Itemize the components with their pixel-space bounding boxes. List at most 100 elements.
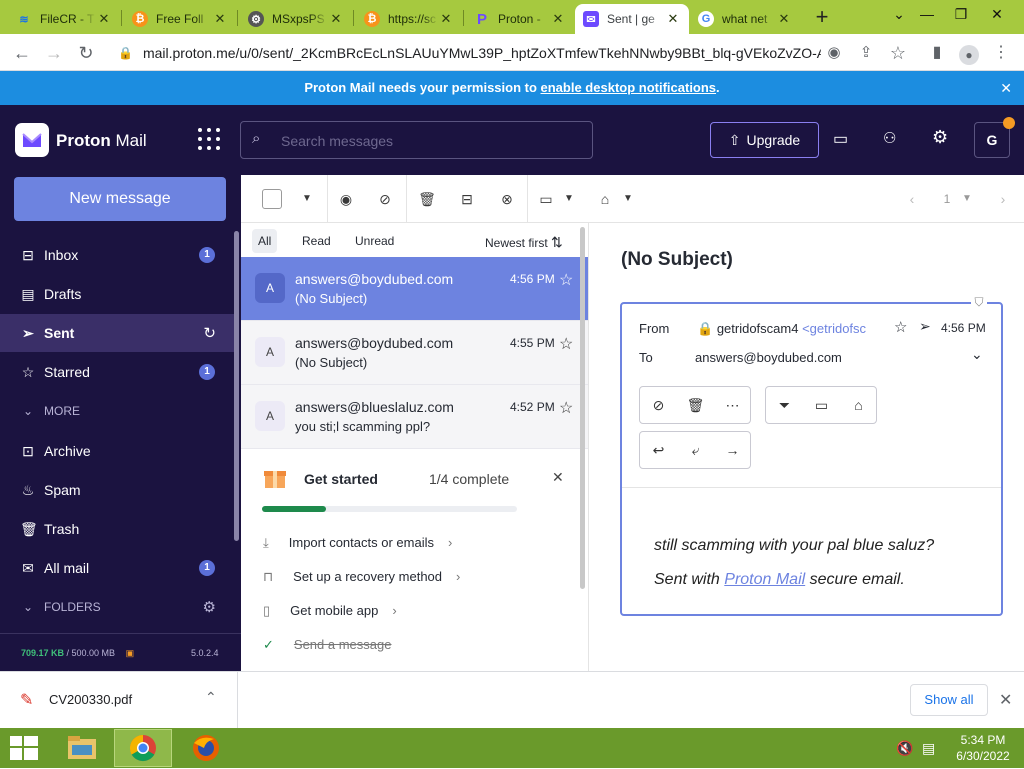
sort-newest-first[interactable]: Newest first ⇅ — [485, 234, 563, 251]
next-page-icon[interactable]: › — [991, 187, 1015, 211]
upgrade-button[interactable]: ⇧ Upgrade — [710, 122, 819, 158]
tab-msxpsps[interactable]: ⚙ MSxpsPS ✕ — [240, 4, 352, 34]
contacts-icon[interactable]: ⚇ — [883, 129, 896, 147]
filter-all[interactable]: All — [252, 229, 278, 253]
enable-notifications-link[interactable]: enable desktop notifications — [541, 80, 717, 95]
onboarding-import[interactable]: ⤓ Import contacts or emails › — [263, 535, 523, 559]
close-icon[interactable]: ✕ — [776, 11, 792, 27]
sidebar-scrollbar[interactable] — [234, 231, 239, 541]
reply-all-icon[interactable]: ⤶ — [677, 432, 714, 468]
new-message-button[interactable]: New message — [14, 177, 226, 221]
spam-icon[interactable]: ⊗ — [495, 187, 519, 211]
sidebar-item-inbox[interactable]: ⊟ Inbox 1 — [0, 236, 234, 274]
reply-icon[interactable]: ↩ — [640, 432, 677, 468]
close-icon[interactable]: ✕ — [328, 11, 344, 27]
chevron-up-icon[interactable]: ⌃ — [205, 689, 217, 706]
close-icon[interactable]: ✕ — [96, 11, 112, 27]
chevron-down-icon[interactable]: ▼ — [557, 187, 581, 211]
filter-funnel-icon[interactable]: ⏷ — [766, 387, 803, 423]
more-options-icon[interactable]: ⋯ — [714, 387, 751, 423]
label-tag-icon[interactable]: ⌂ — [593, 187, 617, 211]
download-item[interactable]: ✎ CV200330.pdf ⌃ — [0, 672, 238, 728]
chrome-taskbar-button[interactable] — [114, 729, 172, 767]
back-icon[interactable]: ← — [9, 40, 35, 66]
bookmark-star-icon[interactable]: ☆ — [885, 40, 911, 66]
star-icon[interactable]: ☆ — [559, 398, 573, 418]
tab-proton[interactable]: P Proton - ✕ — [466, 4, 574, 34]
chevron-down-icon[interactable]: ▼ — [955, 187, 979, 211]
chat-feedback-icon[interactable]: ▭ — [833, 129, 848, 149]
close-icon[interactable]: ✕ — [999, 690, 1012, 710]
network-icon[interactable]: ▤ — [922, 740, 935, 757]
filter-unread[interactable]: Unread — [355, 234, 394, 248]
sidebar-item-sent[interactable]: ➢ Sent ↻ — [0, 314, 234, 352]
sidebar-item-drafts[interactable]: ▤ Drafts — [0, 275, 234, 313]
close-icon[interactable]: ✕ — [552, 469, 564, 486]
file-explorer-icon[interactable] — [60, 731, 104, 765]
system-clock[interactable]: 5:34 PM 6/30/2022 — [950, 732, 1016, 764]
tab-what-net[interactable]: G what net ✕ — [690, 4, 800, 34]
sender[interactable]: 🔒 getridofscam4 <getridofsc — [697, 321, 866, 337]
share-icon[interactable]: ⇪ — [853, 40, 879, 66]
proton-mail-link[interactable]: Proton Mail — [724, 571, 805, 588]
sidebar-item-spam[interactable]: ♨ Spam — [0, 471, 234, 509]
sidebar-more-toggle[interactable]: ⌄ MORE — [0, 392, 234, 430]
close-icon[interactable]: ✕ — [1000, 71, 1012, 105]
select-dropdown-caret-icon[interactable]: ▼ — [295, 187, 319, 211]
trash-icon[interactable]: 🗑 — [415, 187, 439, 211]
select-all-checkbox[interactable] — [262, 189, 282, 209]
chevron-down-icon[interactable]: ⌄ — [971, 346, 983, 363]
kebab-menu-icon[interactable]: ⋮ — [988, 40, 1014, 66]
folder-settings-gear-icon[interactable]: ⚙ — [203, 598, 216, 616]
move-folder-icon[interactable]: ▭ — [534, 187, 558, 211]
mark-read-eye-icon[interactable]: ◉ — [334, 187, 358, 211]
close-icon[interactable]: ✕ — [212, 11, 228, 27]
archive-icon[interactable]: ⊟ — [455, 187, 479, 211]
forward-icon[interactable]: → — [714, 432, 751, 468]
list-item[interactable]: A answers@boydubed.com (No Subject) 4:55… — [241, 321, 588, 385]
restore-icon[interactable]: ❐ — [944, 0, 978, 30]
tab-https[interactable]: ₿ https://sc ✕ — [356, 4, 462, 34]
windows-start-icon[interactable] — [10, 736, 38, 760]
sidebar-item-archive[interactable]: ⊡ Archive — [0, 432, 234, 470]
volume-muted-icon[interactable]: 🔇 — [896, 740, 913, 757]
tab-sent-active[interactable]: ✉ Sent | ge ✕ — [575, 4, 689, 34]
previous-page-icon[interactable]: ‹ — [900, 187, 924, 211]
settings-gear-icon[interactable]: ⚙ — [932, 127, 948, 148]
sidebar-item-trash[interactable]: 🗑 Trash — [0, 510, 234, 548]
app-launcher-icon[interactable] — [197, 127, 221, 151]
star-icon[interactable]: ☆ — [559, 270, 573, 290]
sidebar-item-starred[interactable]: ☆ Starred 1 — [0, 353, 234, 391]
tab-filecr[interactable]: ≋ FileCR - T ✕ — [8, 4, 120, 34]
recipient[interactable]: answers@boydubed.com — [695, 350, 842, 365]
minimize-icon[interactable]: — — [910, 0, 944, 30]
refresh-icon[interactable]: ↻ — [203, 324, 216, 342]
filter-read[interactable]: Read — [302, 234, 331, 248]
reload-icon[interactable]: ↻ — [73, 40, 99, 66]
list-item[interactable]: A answers@boydubed.com (No Subject) 4:56… — [241, 257, 588, 321]
sidebar-item-all-mail[interactable]: ✉ All mail 1 — [0, 549, 234, 587]
tab-free-foll[interactable]: ₿ Free Foll ✕ — [124, 4, 236, 34]
move-folder-icon[interactable]: ▭ — [803, 387, 840, 423]
window-close-icon[interactable]: ✕ — [980, 0, 1014, 30]
side-panel-icon[interactable]: ▮ — [924, 40, 950, 66]
profile-icon[interactable]: ● — [956, 40, 982, 66]
firefox-icon[interactable] — [184, 731, 228, 765]
close-icon[interactable]: ✕ — [665, 11, 681, 27]
close-icon[interactable]: ✕ — [550, 11, 566, 27]
close-icon[interactable]: ✕ — [438, 11, 454, 27]
chevron-down-icon[interactable]: ▼ — [616, 187, 640, 211]
url-field[interactable]: 🔒 mail.proton.me/u/0/sent/_2KcmBRcEcLnSL… — [104, 38, 821, 67]
star-icon[interactable]: ☆ — [559, 334, 573, 354]
forward-icon[interactable]: → — [41, 40, 67, 66]
sidebar-folders-toggle[interactable]: ⌄ FOLDERS ⚙ — [0, 588, 234, 626]
search-input[interactable]: ⌕ Search messages — [240, 121, 593, 159]
onboarding-recovery[interactable]: ⊓ Set up a recovery method › — [263, 569, 523, 593]
list-scrollbar[interactable] — [580, 227, 585, 589]
show-all-downloads-button[interactable]: Show all — [910, 684, 988, 716]
list-item[interactable]: A answers@blueslaluz.com you sti;l scamm… — [241, 385, 588, 449]
eye-icon[interactable]: ◉ — [821, 40, 847, 66]
label-tag-icon[interactable]: ⌂ — [840, 387, 877, 423]
mark-unread-eye-slash-icon[interactable]: ⊘ — [373, 187, 397, 211]
new-tab-icon[interactable]: + — [808, 4, 836, 32]
